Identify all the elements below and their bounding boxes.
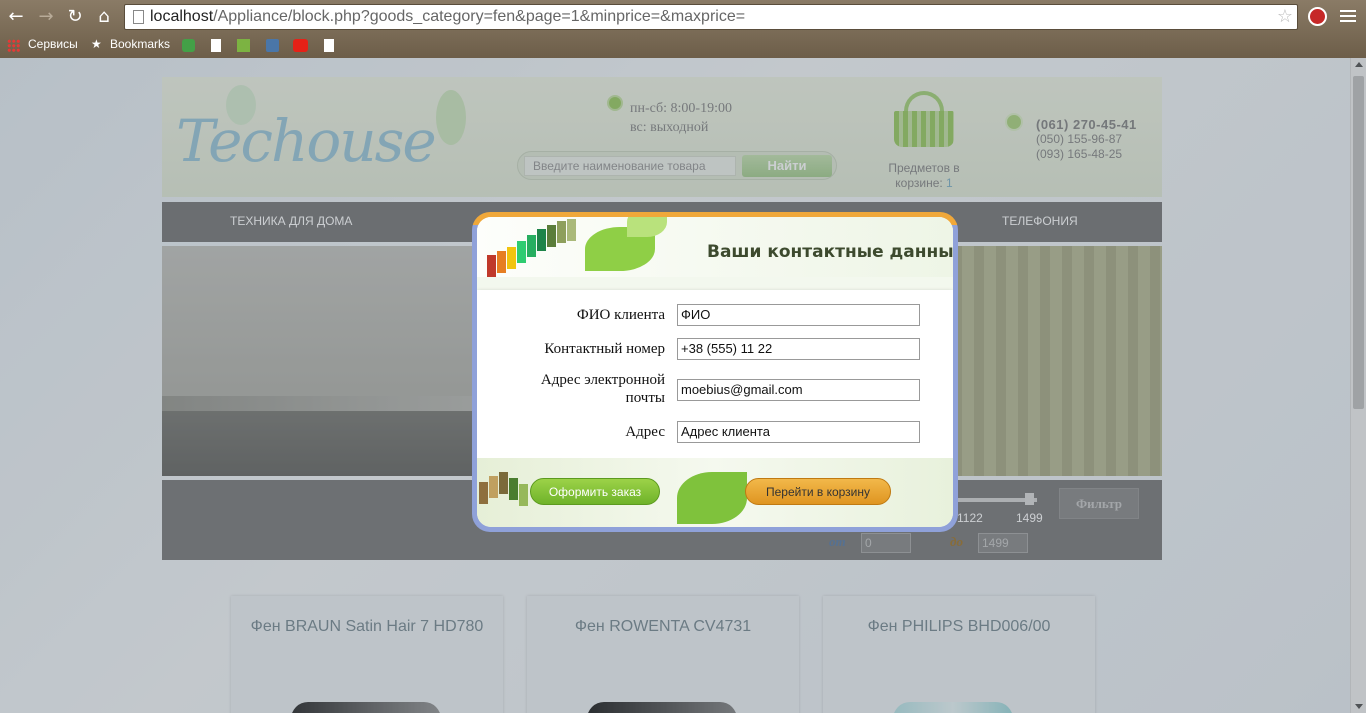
reload-icon[interactable]: ↻	[64, 6, 86, 28]
bookmarks-folder-icon: ★	[91, 37, 102, 51]
address-input[interactable]: Адрес клиента	[677, 421, 920, 443]
place-order-button[interactable]: Оформить заказ	[530, 478, 660, 505]
address-label: Адрес	[625, 424, 665, 440]
page-icon	[133, 10, 144, 24]
email-input[interactable]: moebius@gmail.com	[677, 379, 920, 401]
address-bar[interactable]: localhost/Appliance/block.php?goods_cate…	[124, 4, 1298, 30]
bookmark-youtube-icon[interactable]	[293, 39, 308, 52]
bookmark-services[interactable]: Сервисы	[28, 37, 78, 51]
bookmarks-bar: Сервисы ★ Bookmarks	[0, 34, 1366, 56]
phone-input[interactable]: +38 (555) 11 22	[677, 338, 920, 360]
leaf-decoration	[677, 472, 747, 524]
bookmark-vk-icon[interactable]	[266, 39, 279, 52]
apps-icon[interactable]	[7, 39, 20, 52]
modal-header: Ваши контактные данные	[477, 217, 953, 277]
email-label: Адрес электронной почты	[540, 372, 665, 406]
bookmark-sheet-icon[interactable]	[237, 39, 250, 52]
bookmark-green-icon[interactable]	[182, 39, 195, 52]
browser-chrome: ← → ↻ ⌂ localhost/Appliance/block.php?go…	[0, 0, 1366, 58]
go-to-cart-button[interactable]: Перейти в корзину	[745, 478, 891, 505]
bookmark-folder[interactable]: Bookmarks	[110, 37, 170, 51]
name-input[interactable]: ФИО	[677, 304, 920, 326]
home-icon[interactable]: ⌂	[93, 6, 115, 28]
contact-modal-body: Ваши контактные данные ФИО клиента ФИО К…	[477, 217, 953, 527]
browser-menu-icon[interactable]	[1340, 8, 1356, 24]
modal-title: Ваши контактные данные	[707, 242, 953, 262]
phone-label: Контактный номер	[544, 341, 665, 357]
contact-form: ФИО клиента ФИО Контактный номер +38 (55…	[477, 290, 953, 458]
name-label: ФИО клиента	[576, 307, 665, 323]
extension-icon[interactable]	[1308, 7, 1327, 26]
contact-modal: Ваши контактные данные ФИО клиента ФИО К…	[472, 212, 958, 532]
forward-arrow-icon[interactable]: →	[35, 6, 57, 28]
url-text[interactable]: localhost/Appliance/block.php?goods_cate…	[150, 8, 745, 26]
bookmark-page-icon-2[interactable]	[324, 39, 334, 52]
bookmark-star-icon[interactable]: ☆	[1277, 6, 1293, 27]
browser-toolbar: ← → ↻ ⌂ localhost/Appliance/block.php?go…	[0, 0, 1366, 33]
modal-footer: Оформить заказ Перейти в корзину	[477, 458, 953, 527]
bookmark-page-icon[interactable]	[211, 39, 221, 52]
back-arrow-icon[interactable]: ←	[5, 6, 27, 28]
